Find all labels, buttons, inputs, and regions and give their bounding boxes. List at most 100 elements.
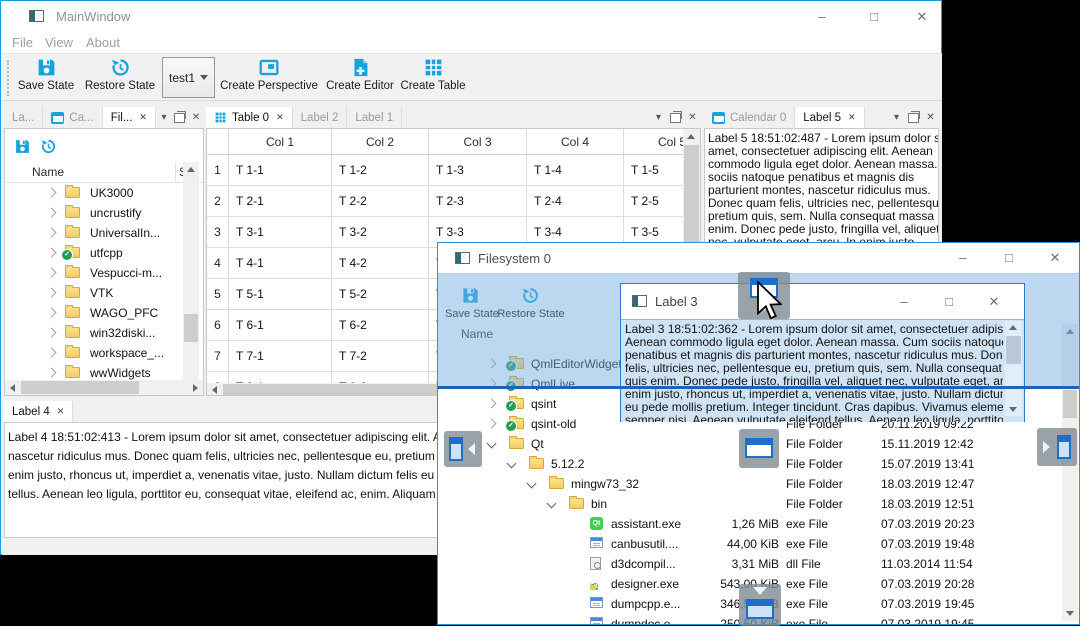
restore-icon[interactable]: [40, 138, 57, 155]
column-header[interactable]: Col 1: [229, 129, 332, 154]
chevron-right-icon[interactable]: [46, 187, 57, 198]
table-cell[interactable]: T 7-2: [332, 341, 429, 371]
minimize-button[interactable]: –: [809, 8, 835, 26]
perspective-combo[interactable]: test1: [162, 57, 215, 98]
table-cell[interactable]: T 1-3: [429, 155, 527, 185]
filesystem-row[interactable]: bin File Folder 18.03.2019 12:51: [438, 494, 1079, 514]
create-table-button[interactable]: Create Table: [398, 57, 468, 92]
toolbar-drag-handle[interactable]: [7, 60, 9, 96]
chevron-right-icon[interactable]: [46, 327, 57, 338]
chevron-down-icon[interactable]: [506, 458, 517, 469]
label3-titlebar[interactable]: Label 3 – □ ✕: [621, 284, 1024, 319]
tab-close-icon[interactable]: ✕: [139, 112, 147, 123]
chevron-right-icon[interactable]: [46, 267, 57, 278]
minimize-button[interactable]: –: [891, 293, 917, 311]
tab-label5[interactable]: Label 5 ✕: [795, 107, 865, 128]
tree-item[interactable]: uncrustify: [5, 203, 183, 223]
table-cell[interactable]: T 3-2: [332, 217, 429, 247]
close-panel-icon[interactable]: ✕: [922, 107, 939, 128]
tab-calendar0[interactable]: Calendar 0: [704, 107, 796, 128]
save-icon[interactable]: [14, 138, 31, 155]
dock-indicator-bottom[interactable]: [739, 584, 781, 626]
menu-about[interactable]: About: [86, 35, 120, 50]
label3-scrollbar[interactable]: [1005, 321, 1022, 416]
restore-state-button[interactable]: Restore State: [82, 57, 158, 92]
table-cell[interactable]: T 1-2: [332, 155, 429, 185]
close-panel-icon[interactable]: ✕: [188, 107, 204, 128]
dock-indicator-left[interactable]: [444, 431, 482, 467]
tab-table0[interactable]: Table 0 ✕: [206, 107, 293, 128]
chevron-right-icon[interactable]: [46, 347, 57, 358]
tab-close-icon[interactable]: ✕: [57, 406, 65, 417]
close-button[interactable]: ✕: [981, 293, 1007, 311]
table-cell[interactable]: T 2-2: [332, 186, 429, 216]
tree-item[interactable]: UniversalIn...: [5, 223, 183, 243]
tree-item[interactable]: UK3000: [5, 183, 183, 203]
tab-close-icon[interactable]: ✕: [848, 112, 856, 123]
table-row[interactable]: 2T 2-1 T 2-2 T 2-3 T 2-4 T 2-5: [207, 186, 700, 217]
label3-window[interactable]: Label 3 – □ ✕ Label 3 18:51:02:362 - Lor…: [620, 283, 1025, 422]
tab-list-dropdown-icon[interactable]: ▾: [888, 107, 905, 128]
chevron-right-icon[interactable]: [46, 287, 57, 298]
tree-item[interactable]: workspace_...: [5, 343, 183, 363]
table-cell[interactable]: T 6-1: [229, 310, 332, 340]
table-cell[interactable]: T 1-4: [527, 155, 624, 185]
maximize-button[interactable]: □: [936, 293, 962, 311]
column-name[interactable]: Name: [32, 165, 64, 179]
minimize-button[interactable]: –: [950, 249, 976, 267]
menu-view[interactable]: View: [45, 35, 73, 50]
column-header[interactable]: Col 3: [429, 129, 527, 154]
undock-icon[interactable]: [905, 107, 922, 128]
main-titlebar[interactable]: MainWindow – □ ✕: [1, 1, 941, 31]
horizontal-scrollbar[interactable]: [5, 380, 203, 395]
chevron-down-icon[interactable]: [526, 478, 537, 489]
column-header[interactable]: Col 2: [332, 129, 429, 154]
tab-close-icon[interactable]: ✕: [276, 112, 284, 123]
close-button[interactable]: ✕: [909, 8, 935, 26]
table-cell[interactable]: T 2-4: [527, 186, 624, 216]
close-panel-icon[interactable]: ✕: [684, 107, 701, 128]
table-row[interactable]: 1T 1-1 T 1-2 T 1-3 T 1-4 T 1-5: [207, 155, 700, 186]
close-button[interactable]: ✕: [1042, 249, 1068, 267]
tree-item[interactable]: win32diski...: [5, 323, 183, 343]
chevron-right-icon[interactable]: [46, 227, 57, 238]
column-header[interactable]: Col 4: [527, 129, 624, 154]
filesystem-row[interactable]: mingw73_32 File Folder 18.03.2019 12:47: [438, 474, 1079, 494]
table-cell[interactable]: T 4-2: [332, 248, 429, 278]
tab-filesystem[interactable]: Fil... ✕: [102, 107, 156, 128]
chevron-right-icon[interactable]: [486, 398, 497, 409]
tab-list-dropdown-icon[interactable]: ▾: [156, 107, 172, 128]
table-cell[interactable]: T 3-1: [229, 217, 332, 247]
table-cell[interactable]: T 1-1: [229, 155, 332, 185]
tree-item[interactable]: utfcpp: [5, 243, 183, 263]
chevron-right-icon[interactable]: [46, 367, 57, 378]
table-cell[interactable]: T 5-1: [229, 279, 332, 309]
create-editor-button[interactable]: Create Editor: [324, 57, 396, 92]
tree-item[interactable]: Vespucci-m...: [5, 263, 183, 283]
tree-item[interactable]: VTK: [5, 283, 183, 303]
chevron-right-icon[interactable]: [46, 207, 57, 218]
chevron-right-icon[interactable]: [46, 247, 57, 258]
maximize-button[interactable]: □: [861, 8, 887, 26]
tab-label2[interactable]: Label 2: [293, 107, 348, 128]
tree-item[interactable]: WAGO_PFC: [5, 303, 183, 323]
filesystem-row[interactable]: assistant.exe1,26 MiBexe File07.03.2019 …: [438, 514, 1079, 534]
table-cell[interactable]: T 2-1: [229, 186, 332, 216]
vertical-scrollbar[interactable]: [183, 162, 199, 395]
dock-indicator-center[interactable]: [739, 429, 779, 468]
table-cell[interactable]: T 4-1: [229, 248, 332, 278]
tab-list-dropdown-icon[interactable]: ▾: [650, 107, 667, 128]
table-cell[interactable]: T 6-2: [332, 310, 429, 340]
chevron-down-icon[interactable]: [546, 498, 557, 509]
undock-icon[interactable]: [172, 107, 188, 128]
create-perspective-button[interactable]: Create Perspective: [217, 57, 321, 92]
save-state-button[interactable]: Save State: [15, 57, 77, 92]
chevron-down-icon[interactable]: [486, 438, 497, 449]
filesystem-titlebar[interactable]: Filesystem 0 – □ ✕: [438, 243, 1079, 274]
filesystem-row[interactable]: d3dcompil... 3,31 MiB dll File 11.03.2014 1…: [438, 554, 1079, 574]
tab-label[interactable]: La...: [4, 107, 44, 128]
chevron-right-icon[interactable]: [486, 418, 497, 429]
menu-file[interactable]: File: [12, 35, 33, 50]
maximize-button[interactable]: □: [996, 249, 1022, 267]
undock-icon[interactable]: [667, 107, 684, 128]
